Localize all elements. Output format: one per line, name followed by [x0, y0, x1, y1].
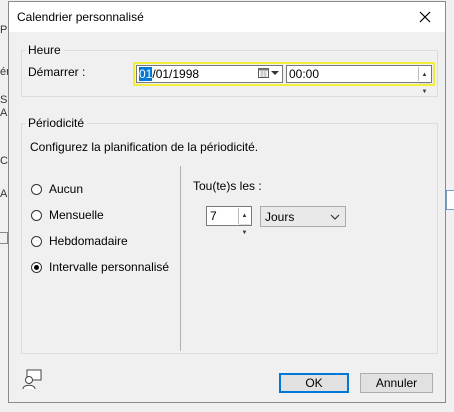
radio-custom-interval[interactable]: Intervalle personnalisé — [31, 259, 169, 275]
radio-button[interactable] — [31, 235, 42, 247]
interval-value-field[interactable]: 7 ▲ ▼ — [206, 206, 252, 236]
background-text-fragment: A — [0, 188, 8, 200]
chevron-down-icon — [330, 214, 340, 220]
background-text-fragment: S — [0, 94, 8, 106]
radio-button[interactable] — [31, 209, 42, 221]
background-text-fragment: C — [0, 155, 8, 167]
interval-unit-select[interactable]: Jours — [260, 206, 346, 227]
recurrence-group-legend: Périodicité — [25, 116, 88, 130]
time-group-legend: Heure — [25, 43, 64, 57]
start-label: Démarrer : — [28, 65, 86, 79]
radio-none-label: Aucun — [49, 182, 84, 196]
radio-monthly-label: Mensuelle — [49, 208, 104, 222]
background-input-edge — [446, 190, 454, 210]
time-value: 00:00 — [289, 67, 320, 81]
close-icon — [419, 11, 431, 23]
close-button[interactable] — [405, 2, 445, 32]
radio-button-checked[interactable] — [31, 261, 42, 273]
background-text-fragment: A — [0, 107, 8, 119]
date-rest: /01/1998 — [152, 67, 200, 81]
start-date-picker[interactable]: 01/01/1998 — [136, 65, 283, 83]
custom-calendar-dialog: Calendrier personnalisé Heure Démarrer :… — [8, 1, 446, 403]
interval-spinner[interactable]: ▲ ▼ — [238, 208, 250, 236]
start-time-field[interactable]: 00:00 ▲ ▼ — [286, 65, 432, 95]
vertical-divider — [180, 166, 181, 351]
dialog-title: Calendrier personnalisé — [17, 10, 144, 24]
radio-custom-interval-label: Intervalle personnalisé — [49, 260, 170, 274]
radio-weekly[interactable]: Hebdomadaire — [31, 233, 128, 249]
interval-value: 7 — [210, 209, 217, 223]
every-label: Tou(te)s les : — [193, 179, 262, 193]
ok-button[interactable]: OK — [279, 373, 349, 393]
time-spinner[interactable]: ▲ ▼ — [418, 67, 430, 95]
background-text-fragment: P — [0, 24, 8, 36]
radio-none[interactable]: Aucun — [31, 181, 83, 197]
recurrence-description: Configurez la planification de la périod… — [30, 140, 259, 154]
chevron-down-icon — [271, 70, 279, 75]
date-selected-part: 01 — [139, 67, 153, 81]
radio-button[interactable] — [31, 183, 42, 195]
radio-monthly[interactable]: Mensuelle — [31, 207, 104, 223]
calendar-icon[interactable] — [258, 67, 279, 78]
cancel-button[interactable]: Annuler — [360, 373, 433, 393]
interval-unit-value: Jours — [265, 210, 295, 224]
title-bar: Calendrier personnalisé — [9, 2, 445, 32]
background-chevron-icon — [0, 232, 8, 244]
help-user-icon[interactable] — [21, 368, 43, 390]
radio-weekly-label: Hebdomadaire — [49, 234, 128, 248]
